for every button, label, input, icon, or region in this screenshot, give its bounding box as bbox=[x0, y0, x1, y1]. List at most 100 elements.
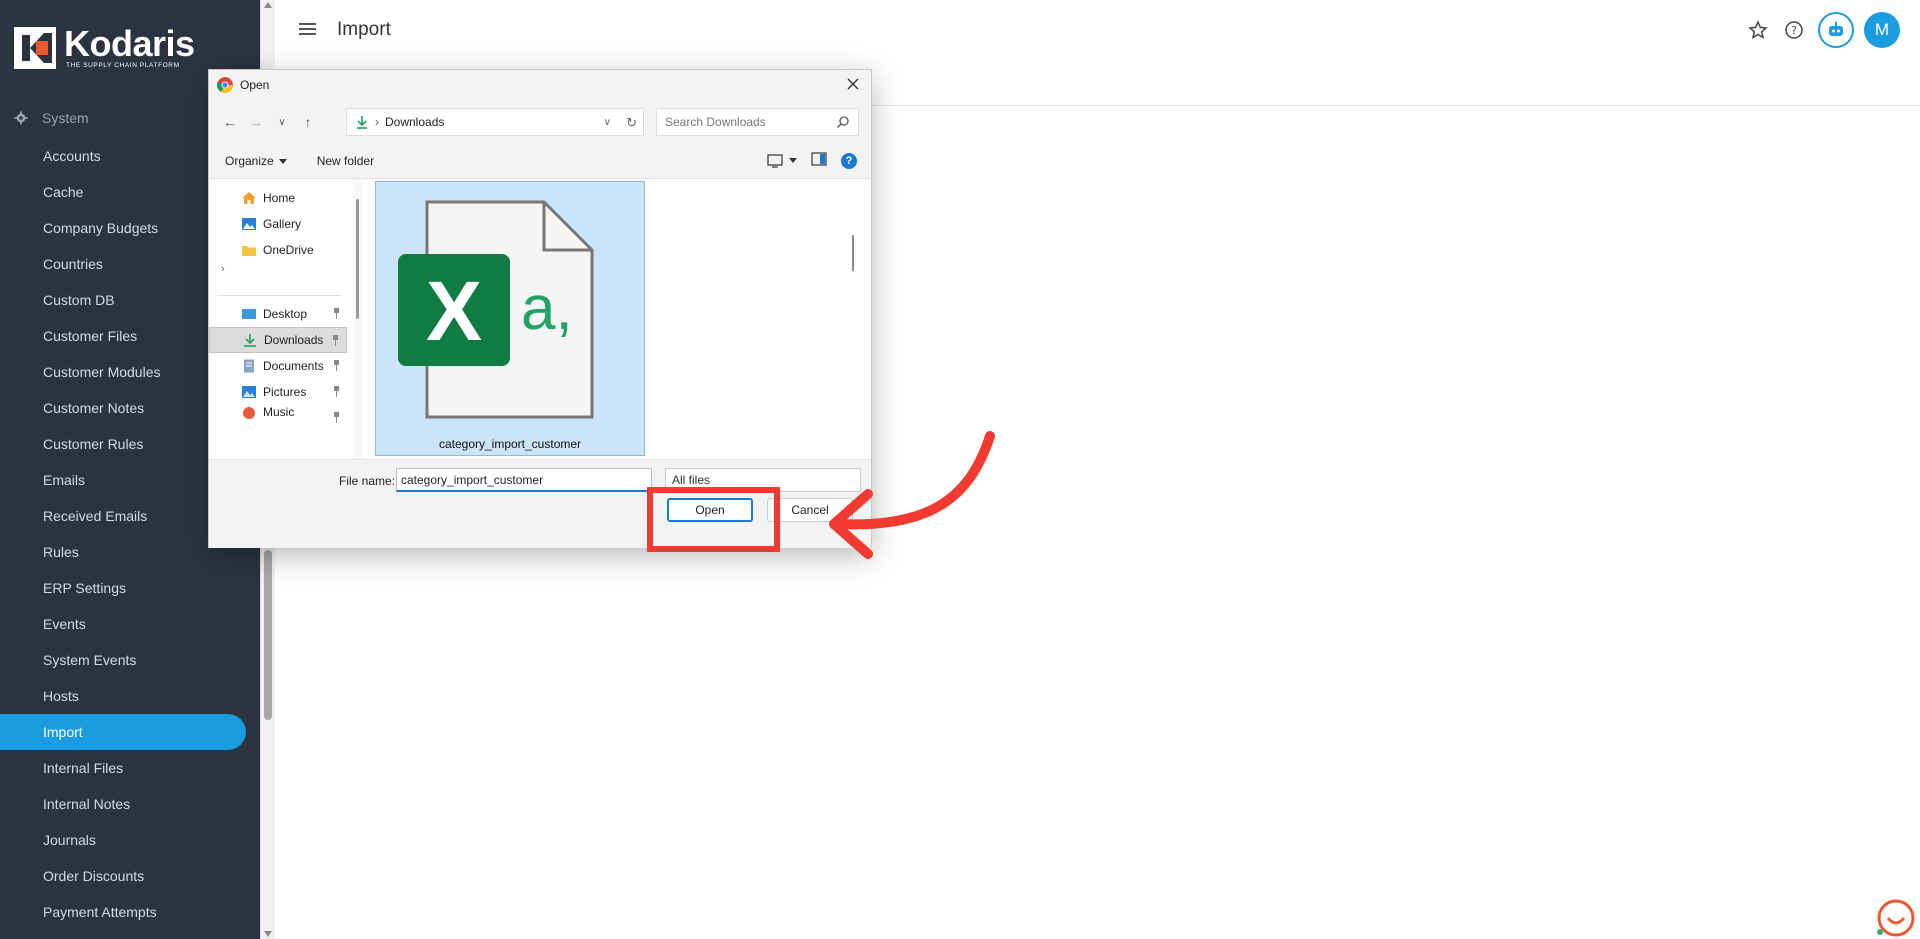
nav-downloads-label: Downloads bbox=[264, 333, 324, 347]
sidebar-section-system[interactable]: System bbox=[14, 110, 89, 126]
sidebar-item-order-discounts[interactable]: Order Discounts bbox=[0, 858, 246, 894]
file-pane-scrollbar[interactable] bbox=[847, 179, 859, 459]
pin-icon bbox=[334, 360, 339, 371]
music-icon bbox=[243, 407, 255, 419]
svg-text:?: ? bbox=[1791, 24, 1797, 37]
view-options-icon[interactable] bbox=[767, 153, 797, 168]
breadcrumb-downloads[interactable]: Downloads bbox=[385, 115, 444, 129]
navigation-pane: Home Gallery › OneDrive Desktop Download… bbox=[209, 179, 353, 459]
nav-documents-label: Documents bbox=[263, 359, 324, 373]
navigation-pane-scrollbar[interactable] bbox=[353, 179, 363, 459]
scroll-up-arrow-icon[interactable] bbox=[264, 2, 272, 8]
address-row: ← → ∨ ↑ › Downloads ∨ ↻ Search Downloads bbox=[209, 100, 871, 144]
nav-divider bbox=[217, 295, 341, 296]
refresh-icon[interactable]: ↻ bbox=[626, 115, 637, 131]
nav-music[interactable]: Music bbox=[209, 405, 347, 423]
file-open-dialog: Open ← → ∨ ↑ › Downloads ∨ ↻ Search Down… bbox=[208, 69, 872, 548]
hamburger-menu-icon[interactable] bbox=[299, 20, 319, 40]
caret-down-icon bbox=[278, 158, 287, 164]
back-arrow-icon[interactable]: ← bbox=[217, 109, 243, 135]
file-item-name: category_import_customer bbox=[438, 437, 582, 451]
onedrive-expand-chevron-icon[interactable]: › bbox=[221, 263, 225, 275]
sidebar-section-label: System bbox=[42, 110, 89, 126]
nav-home[interactable]: Home bbox=[209, 185, 347, 211]
documents-icon bbox=[244, 359, 254, 373]
pin-icon bbox=[333, 335, 338, 346]
sidebar-item-internal-files[interactable]: Internal Files bbox=[0, 750, 246, 786]
app-root: Kodaris THE SUPPLY CHAIN PLATFORM System… bbox=[0, 0, 1920, 939]
nav-home-label: Home bbox=[263, 191, 296, 205]
csv-file-icon: X a, bbox=[398, 200, 594, 419]
dialog-help-icon[interactable]: ? bbox=[841, 152, 857, 169]
nav-desktop-label: Desktop bbox=[263, 307, 308, 321]
dialog-title-bar[interactable]: Open bbox=[209, 70, 871, 100]
nav-music-label: Music bbox=[263, 405, 295, 419]
help-icon[interactable]: ? bbox=[1780, 16, 1808, 44]
folder-icon bbox=[242, 246, 256, 256]
organize-label: Organize bbox=[225, 154, 274, 168]
preview-pane-icon[interactable] bbox=[811, 152, 827, 169]
nav-pictures-label: Pictures bbox=[263, 385, 307, 399]
nav-gallery-label: Gallery bbox=[263, 217, 302, 231]
excel-x-glyph: X bbox=[426, 264, 482, 358]
file-item[interactable]: X a, category_import_customer bbox=[375, 181, 645, 456]
search-downloads-input[interactable]: Search Downloads bbox=[656, 108, 859, 136]
nav-onedrive-label: OneDrive bbox=[263, 243, 314, 257]
address-bar[interactable]: › Downloads ∨ ↻ bbox=[346, 108, 644, 136]
pin-icon bbox=[334, 386, 339, 397]
new-folder-button[interactable]: New folder bbox=[317, 154, 374, 168]
sidebar-item-journals[interactable]: Journals bbox=[0, 822, 246, 858]
annotation-arrow-icon bbox=[829, 431, 995, 559]
file-name-label: File name: bbox=[339, 474, 396, 488]
pin-icon bbox=[334, 412, 339, 423]
nav-downloads[interactable]: Downloads bbox=[209, 327, 347, 353]
organize-button[interactable]: Organize bbox=[225, 154, 287, 168]
page-title: Import bbox=[337, 19, 391, 40]
search-icon bbox=[837, 116, 849, 128]
forward-arrow-icon[interactable]: → bbox=[243, 109, 269, 135]
gear-icon bbox=[14, 111, 28, 125]
download-icon bbox=[244, 334, 256, 347]
file-name-input[interactable]: category_import_customer bbox=[396, 468, 652, 492]
up-arrow-icon[interactable]: ↑ bbox=[295, 109, 321, 135]
dialog-title: Open bbox=[240, 78, 270, 92]
address-dropdown-chevron-icon[interactable]: ∨ bbox=[604, 117, 611, 128]
chat-widget-icon[interactable] bbox=[1876, 898, 1916, 938]
command-bar: Organize New folder ? bbox=[209, 144, 871, 178]
desktop-icon bbox=[242, 309, 256, 319]
dialog-body: Home Gallery › OneDrive Desktop Download… bbox=[209, 178, 871, 460]
nav-gallery[interactable]: Gallery bbox=[209, 211, 347, 237]
chrome-icon bbox=[217, 77, 233, 93]
favorite-star-icon[interactable] bbox=[1744, 16, 1772, 44]
file-list-pane: X a, category_import_customer bbox=[367, 179, 859, 459]
sidebar-item-events[interactable]: Events bbox=[0, 606, 246, 642]
sidebar-item-payment-attempts[interactable]: Payment Attempts bbox=[0, 894, 246, 930]
sidebar-item-import[interactable]: Import bbox=[0, 714, 246, 750]
pictures-icon bbox=[242, 386, 256, 398]
close-icon[interactable] bbox=[845, 76, 861, 92]
user-avatar[interactable]: M bbox=[1864, 12, 1900, 48]
sidebar-item-erp-settings[interactable]: ERP Settings bbox=[0, 570, 246, 606]
sidebar-item-hosts[interactable]: Hosts bbox=[0, 678, 246, 714]
scrollbar-thumb[interactable] bbox=[264, 550, 272, 720]
breadcrumb-separator-icon: › bbox=[375, 115, 379, 129]
download-folder-icon bbox=[357, 116, 367, 129]
nav-pictures[interactable]: Pictures bbox=[209, 379, 347, 405]
brand-tagline: THE SUPPLY CHAIN PLATFORM bbox=[66, 62, 180, 69]
kodaris-logo-icon bbox=[14, 26, 56, 69]
excel-suffix-glyph: a, bbox=[521, 274, 573, 343]
home-icon bbox=[242, 192, 256, 204]
nav-desktop[interactable]: Desktop bbox=[209, 301, 347, 327]
gallery-icon bbox=[242, 218, 256, 230]
recent-locations-chevron-icon[interactable]: ∨ bbox=[269, 109, 295, 135]
pin-icon bbox=[334, 308, 339, 319]
nav-onedrive[interactable]: OneDrive bbox=[209, 237, 347, 263]
new-folder-label: New folder bbox=[316, 154, 375, 168]
kodaris-logo[interactable]: Kodaris THE SUPPLY CHAIN PLATFORM bbox=[14, 26, 195, 69]
sidebar-item-system-events[interactable]: System Events bbox=[0, 642, 246, 678]
nav-documents[interactable]: Documents bbox=[209, 353, 347, 379]
sidebar-item-internal-notes[interactable]: Internal Notes bbox=[0, 786, 246, 822]
assistant-bot-icon[interactable] bbox=[1818, 12, 1854, 48]
scroll-down-arrow-icon[interactable] bbox=[264, 931, 272, 937]
annotation-highlight-box bbox=[647, 487, 780, 552]
